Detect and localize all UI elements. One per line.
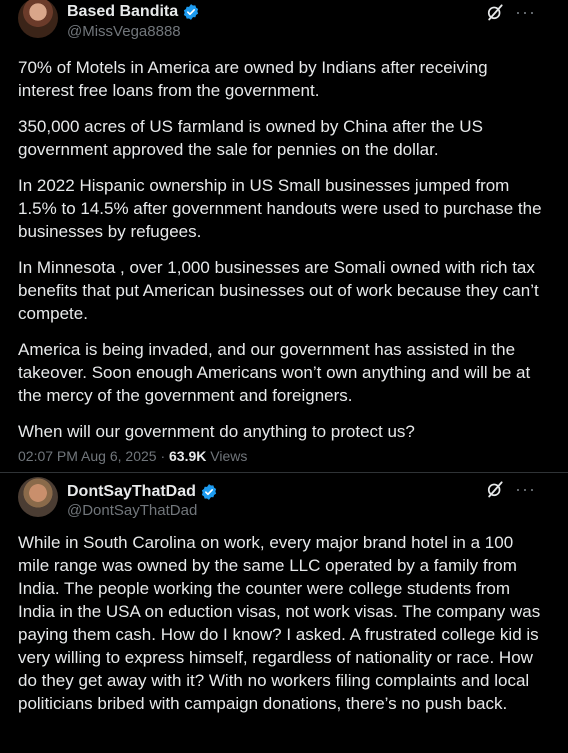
verified-badge-icon: [201, 484, 217, 500]
grok-icon[interactable]: [485, 479, 505, 499]
tweet-paragraph: 70% of Motels in America are owned by In…: [18, 58, 488, 100]
views-count: 63.9K: [169, 448, 207, 464]
author-row: DontSayThatDad: [67, 483, 218, 501]
tweet-meta: 02:07 PM Aug 6, 2025 · 63.9K Views: [18, 448, 247, 464]
tweet-paragraph: America is being invaded, and our govern…: [18, 340, 531, 405]
timestamp[interactable]: 02:07 PM Aug 6, 2025: [18, 448, 157, 464]
more-icon[interactable]: ···: [515, 2, 536, 22]
tweet-paragraph: In 2022 Hispanic ownership in US Small b…: [18, 176, 542, 241]
tweet-actions: ···: [485, 2, 536, 22]
author-row: Based Bandita: [67, 3, 200, 21]
more-icon[interactable]: ···: [515, 479, 536, 499]
tweet-paragraph: In Minnesota , over 1,000 businesses are…: [18, 258, 539, 323]
tweet-paragraph: While in South Carolina on work, every m…: [18, 533, 541, 713]
tweet-text: 70% of Motels in America are owned by In…: [18, 56, 548, 456]
tweet-actions: ···: [485, 479, 536, 499]
handle[interactable]: @MissVega8888: [67, 23, 181, 40]
avatar[interactable]: [18, 0, 58, 38]
grok-icon[interactable]: [485, 2, 505, 22]
display-name[interactable]: Based Bandita: [67, 3, 178, 21]
display-name[interactable]: DontSayThatDad: [67, 483, 196, 501]
tweet-text: While in South Carolina on work, every m…: [18, 531, 548, 728]
handle[interactable]: @DontSayThatDad: [67, 502, 197, 519]
tweet[interactable]: DontSayThatDad @DontSayThatDad ··· While…: [0, 473, 568, 753]
tweet-paragraph: 350,000 acres of US farmland is owned by…: [18, 117, 483, 159]
tweet[interactable]: Based Bandita @MissVega8888 ··· 70% of M…: [0, 0, 568, 473]
verified-badge-icon: [184, 4, 199, 20]
views-label: Views: [210, 448, 248, 464]
meta-separator: ·: [160, 448, 166, 464]
avatar[interactable]: [18, 477, 58, 517]
tweet-paragraph: When will our government do anything to …: [18, 422, 415, 441]
